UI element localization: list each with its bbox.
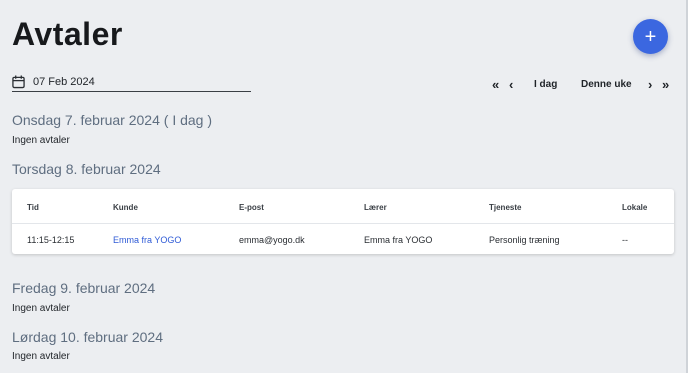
- calendar-icon: [12, 75, 25, 88]
- day-heading: Torsdag 8. februar 2024: [12, 161, 161, 177]
- nav-next-day-button[interactable]: ›: [648, 76, 653, 92]
- table-header-row: Tid Kunde E-post Lærer Tjeneste Lokale: [12, 192, 674, 224]
- appointments-table: Tid Kunde E-post Lærer Tjeneste Lokale 1…: [12, 189, 674, 254]
- day-heading: Onsdag 7. februar 2024 ( I dag ): [12, 112, 213, 128]
- this-week-button[interactable]: Denne uke: [581, 77, 632, 91]
- appointment-email: emma@yogo.dk: [239, 235, 305, 245]
- column-header-teacher: Lærer: [364, 203, 387, 212]
- column-header-room: Lokale: [622, 203, 648, 212]
- column-header-customer: Kunde: [113, 203, 138, 212]
- add-appointment-button[interactable]: +: [633, 19, 668, 54]
- appointment-service: Personlig træning: [489, 235, 560, 245]
- no-appointments-text: Ingen avtaler: [12, 303, 70, 314]
- double-chevron-left-icon: «: [492, 76, 500, 92]
- page-title: Avtaler: [12, 16, 123, 52]
- date-picker-field[interactable]: 07 Feb 2024: [12, 72, 251, 92]
- table-row[interactable]: 11:15-12:15 Emma fra YOGO emma@yogo.dk E…: [12, 224, 674, 256]
- column-header-service: Tjeneste: [489, 203, 522, 212]
- appointment-room: --: [622, 235, 628, 245]
- column-header-email: E-post: [239, 203, 264, 212]
- nav-next-week-button[interactable]: »: [662, 76, 670, 92]
- double-chevron-right-icon: »: [662, 76, 670, 92]
- today-button[interactable]: I dag: [534, 77, 557, 91]
- today-button-label: I dag: [534, 78, 558, 90]
- date-picker-value: 07 Feb 2024: [33, 75, 95, 88]
- no-appointments-text: Ingen avtaler: [12, 351, 70, 362]
- no-appointments-text: Ingen avtaler: [12, 135, 70, 146]
- appointment-time: 11:15-12:15: [27, 235, 75, 245]
- nav-prev-day-button[interactable]: ‹: [509, 76, 514, 92]
- customer-link[interactable]: Emma fra YOGO: [113, 224, 181, 256]
- chevron-left-icon: ‹: [509, 76, 514, 92]
- nav-prev-week-button[interactable]: «: [492, 76, 500, 92]
- plus-icon: +: [644, 25, 657, 48]
- column-header-time: Tid: [27, 203, 39, 212]
- appointment-teacher: Emma fra YOGO: [364, 235, 433, 245]
- chevron-right-icon: ›: [648, 76, 653, 92]
- this-week-button-label: Denne uke: [581, 78, 632, 90]
- day-heading: Lørdag 10. februar 2024: [12, 329, 163, 345]
- day-heading: Fredag 9. februar 2024: [12, 280, 156, 296]
